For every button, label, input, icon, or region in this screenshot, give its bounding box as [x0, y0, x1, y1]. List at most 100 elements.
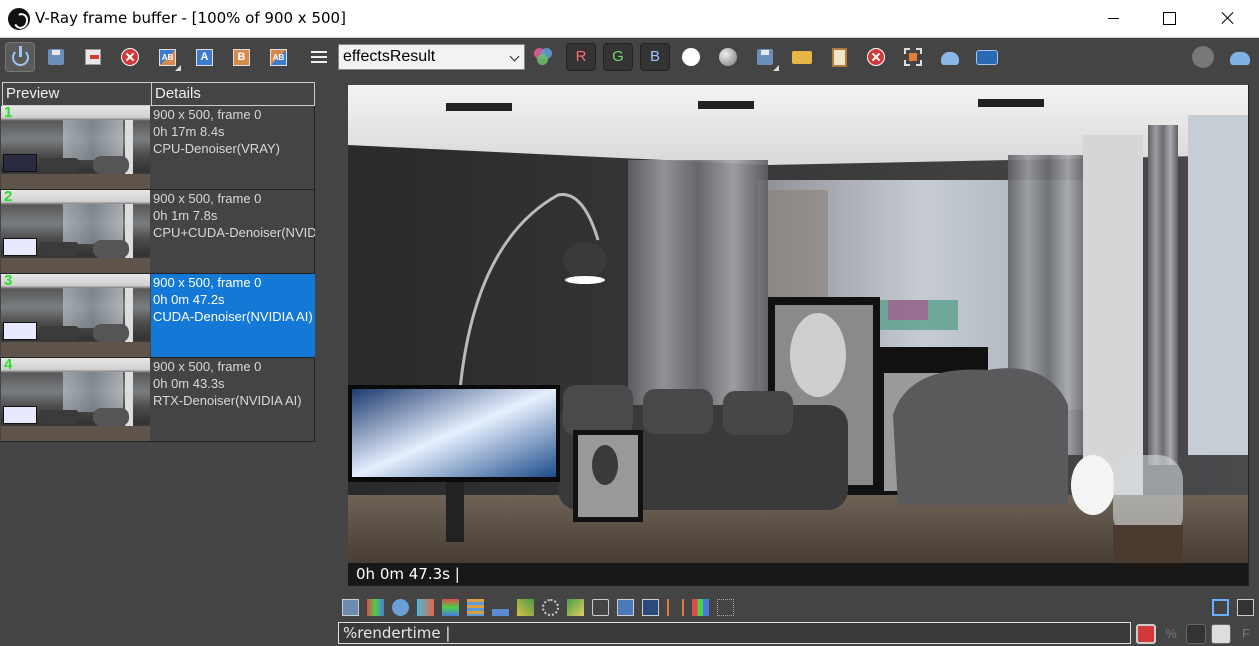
history-resolution: 900 x 500, frame 0: [153, 191, 262, 206]
remove-history-button[interactable]: [116, 43, 144, 71]
window-title: V-Ray frame buffer - [100% of 900 x 500]: [35, 9, 346, 27]
power-icon-bar: [19, 46, 22, 57]
stamp-format-icon[interactable]: F: [1236, 624, 1256, 644]
thumb-floor: [1, 342, 150, 357]
load-to-vfb-button[interactable]: [79, 43, 107, 71]
thumb-window: [63, 372, 123, 412]
minimize-button[interactable]: [1090, 0, 1136, 36]
compare-icon[interactable]: [667, 599, 684, 616]
green-channel-button[interactable]: G: [603, 43, 633, 71]
set-b-button[interactable]: B: [227, 43, 255, 71]
history-resolution: 900 x 500, frame 0: [153, 107, 262, 122]
clear-image-button[interactable]: [862, 43, 890, 71]
compare-ab-button[interactable]: AB: [153, 43, 181, 71]
swap-ab-button[interactable]: AB: [264, 43, 292, 71]
thumb-chair: [93, 408, 129, 426]
history-thumbnail: [1, 358, 150, 441]
lut-icon[interactable]: [617, 599, 634, 616]
thumb-window: [63, 288, 123, 328]
histogram-icon[interactable]: [492, 599, 509, 616]
title-bar: V-Ray frame buffer - [100% of 900 x 500]: [0, 0, 1259, 38]
collapse-icon[interactable]: [1237, 599, 1254, 616]
swap-ab-icon: AB: [270, 49, 287, 66]
thumb-tv: [3, 154, 37, 172]
color-balance-icon[interactable]: [467, 599, 484, 616]
red-channel-button[interactable]: R: [566, 43, 596, 71]
render-button[interactable]: [936, 43, 964, 71]
folder-icon: [792, 51, 812, 64]
history-row-selected[interactable]: 3 900 x 500, frame 0 0h 0m 47.2s CUDA-De…: [0, 272, 315, 358]
clear-icon: [867, 48, 885, 66]
history-render-time: 0h 0m 43.3s: [153, 376, 225, 391]
thumb-tv: [3, 238, 37, 256]
thumb-sofa: [39, 410, 79, 424]
history-row[interactable]: 2 900 x 500, frame 0 0h 1m 7.8s CPU+CUDA…: [0, 188, 315, 274]
teapot-render-icon: [1230, 52, 1250, 65]
clipboard-icon: [832, 48, 847, 67]
color-corrections-icon[interactable]: [367, 599, 384, 616]
hamburger-icon-line: [311, 61, 327, 63]
curves-icon[interactable]: [592, 599, 609, 616]
delete-icon: [121, 48, 139, 66]
lens-effects-icon[interactable]: [542, 599, 559, 616]
white-balance-button[interactable]: [677, 43, 705, 71]
save-image-button[interactable]: [751, 43, 779, 71]
save-history-button[interactable]: [42, 43, 70, 71]
interactive-render-button[interactable]: [973, 43, 1001, 71]
compare-ab-icon: AB: [159, 49, 176, 66]
column-header-preview[interactable]: Preview: [3, 83, 152, 105]
stop-render-button[interactable]: [1189, 43, 1217, 71]
start-render-button[interactable]: [1226, 43, 1254, 71]
stamp-text-input[interactable]: %rendertime |: [338, 622, 1131, 644]
history-details: 900 x 500, frame 0 0h 0m 43.3s RTX-Denoi…: [151, 358, 315, 441]
blue-channel-button[interactable]: B: [640, 43, 670, 71]
history-row[interactable]: 1 900 x 500, frame 0 0h 17m 8.4s CPU-Den…: [0, 104, 315, 190]
menu-button[interactable]: [305, 43, 333, 71]
history-index: 3: [4, 272, 13, 289]
color-mode-button[interactable]: [530, 43, 558, 71]
render-viewport[interactable]: 0h 0m 47.3s |: [348, 85, 1249, 586]
hdr-icon[interactable]: [642, 599, 659, 616]
percent-icon[interactable]: %: [1161, 624, 1181, 644]
region-render-button[interactable]: [899, 43, 927, 71]
stamp-font-icon[interactable]: [1186, 624, 1206, 644]
ipr-icon: [976, 50, 998, 65]
history-label: CPU+CUDA-Denoiser(NVIDIA AI): [153, 225, 315, 240]
history-row[interactable]: 4 900 x 500, frame 0 0h 0m 43.3s RTX-Den…: [0, 356, 315, 442]
exposure-icon[interactable]: [417, 599, 434, 616]
teapot-icon: [941, 52, 959, 65]
mono-mode-button[interactable]: [714, 43, 742, 71]
history-label: CUDA-Denoiser(NVIDIA AI): [153, 309, 313, 324]
history-thumbnail: [1, 190, 150, 273]
history-toggle-button[interactable]: [5, 42, 35, 72]
levels-icon[interactable]: [517, 599, 534, 616]
pixel-info-icon[interactable]: [717, 599, 734, 616]
stamp-toggle-icon[interactable]: [1136, 624, 1156, 644]
thumb-window: [63, 204, 123, 244]
channels-icon[interactable]: [692, 599, 709, 616]
column-header-details[interactable]: Details: [153, 83, 315, 105]
render-element-select[interactable]: effectsResult: [338, 44, 525, 70]
correction-panel-icon[interactable]: [342, 599, 359, 616]
history-thumbnail: [1, 106, 150, 189]
dock-icon[interactable]: [1212, 599, 1229, 616]
arrow-icon: [90, 55, 99, 59]
maximize-button[interactable]: [1146, 0, 1192, 36]
history-label: CPU-Denoiser(VRAY): [153, 141, 280, 156]
clipboard-button[interactable]: [825, 43, 853, 71]
thumb-chair: [93, 324, 129, 342]
open-image-button[interactable]: [788, 43, 816, 71]
info-icon[interactable]: [392, 599, 409, 616]
chevron-down-icon: [509, 51, 520, 62]
history-render-time: 0h 17m 8.4s: [153, 124, 225, 139]
set-a-button[interactable]: A: [190, 43, 218, 71]
thumb-floor: [1, 426, 150, 441]
stamp-align-icon[interactable]: [1211, 624, 1231, 644]
hsl-icon[interactable]: [442, 599, 459, 616]
close-window-button[interactable]: [1205, 0, 1251, 36]
dropdown-corner-icon: [175, 65, 181, 71]
background-icon[interactable]: [567, 599, 584, 616]
history-render-time: 0h 0m 47.2s: [153, 292, 225, 307]
thumb-floor: [1, 258, 150, 273]
bottom-toolbar: [338, 597, 1259, 619]
